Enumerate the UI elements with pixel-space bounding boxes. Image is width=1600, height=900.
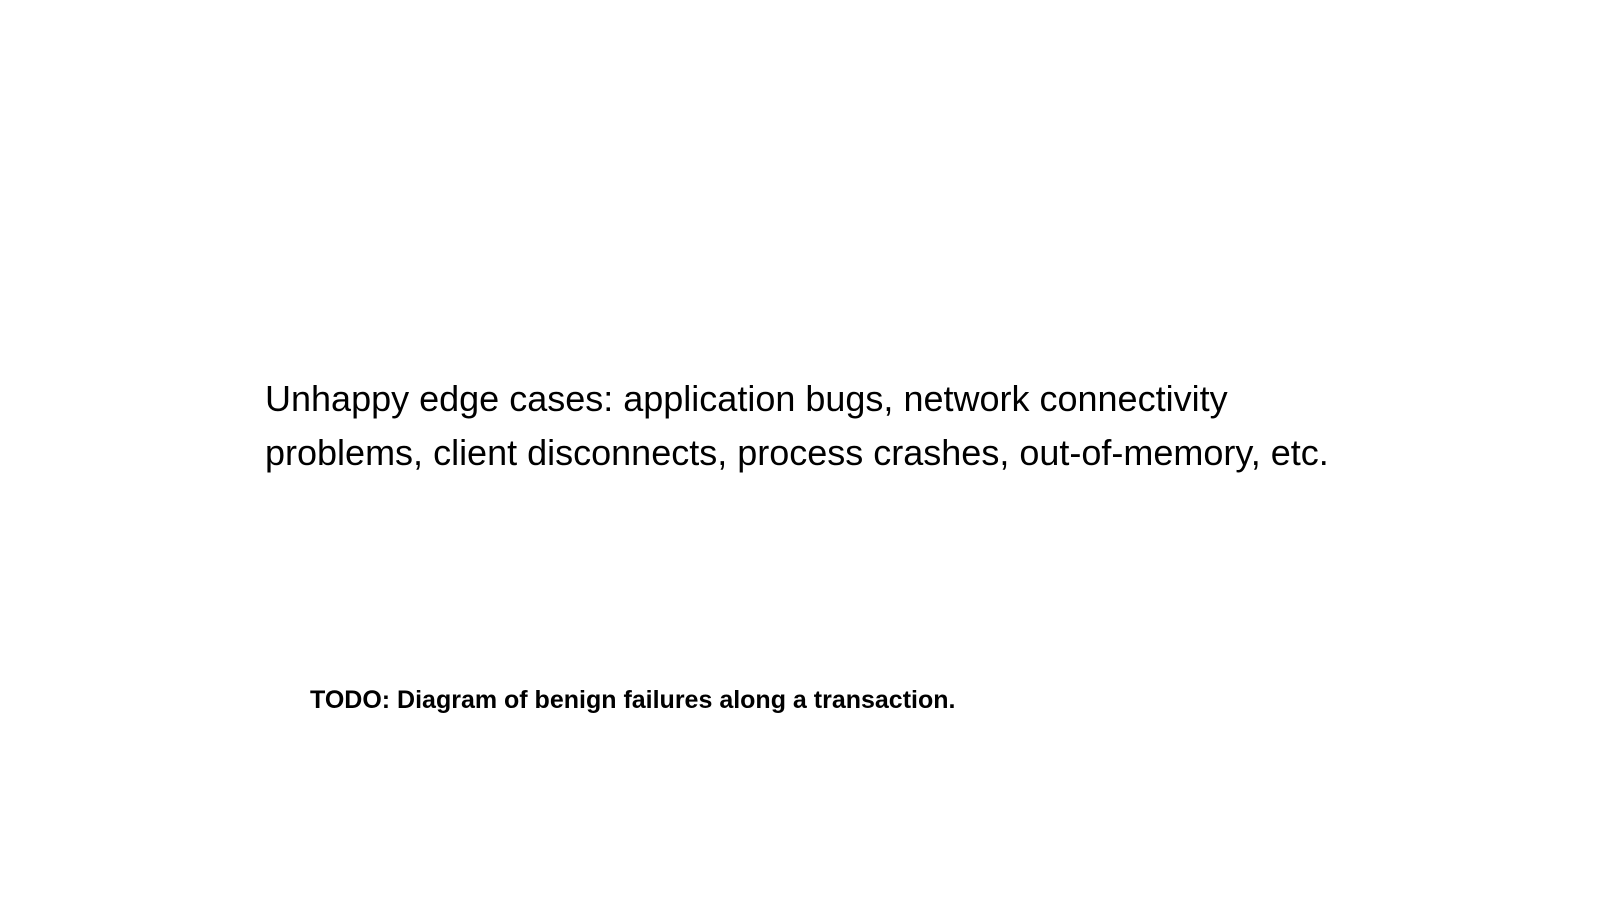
- todo-note: TODO: Diagram of benign failures along a…: [310, 686, 956, 714]
- slide: Unhappy edge cases: application bugs, ne…: [0, 0, 1600, 900]
- slide-body-text: Unhappy edge cases: application bugs, ne…: [265, 378, 1329, 473]
